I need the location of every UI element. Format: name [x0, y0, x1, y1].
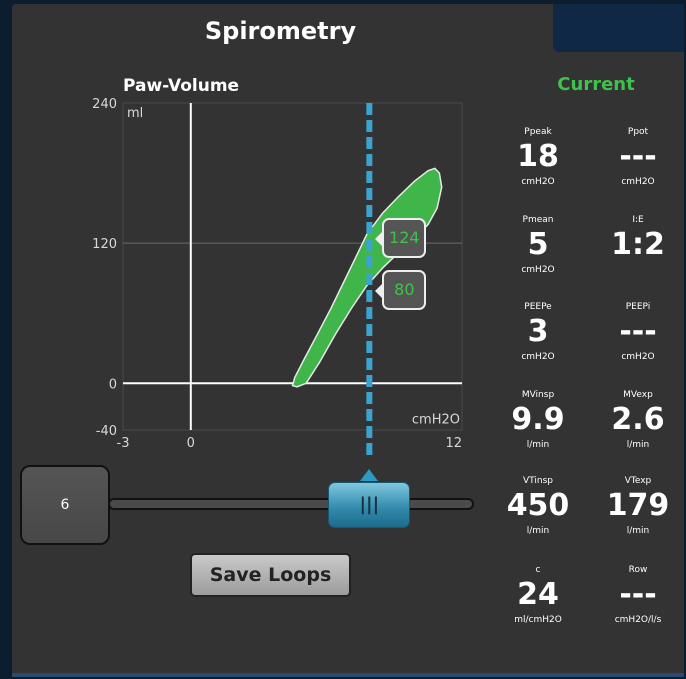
- param-mvinsp: MVinsp 9.9 l/min: [493, 389, 583, 451]
- param-name: c: [535, 565, 541, 575]
- cursor-slider-track[interactable]: [108, 498, 474, 510]
- chart-axes: [123, 103, 462, 430]
- param-value: ---: [619, 577, 657, 612]
- param-name: VTexp: [624, 476, 652, 486]
- cursor-value-callout-upper: 124: [375, 218, 427, 259]
- param-c: c 24 ml/cmH2O: [493, 564, 583, 626]
- callout-pointer: [375, 231, 384, 248]
- cursor-value-lower: 80: [394, 279, 415, 299]
- param-peepi: PEEPi --- cmH2O: [593, 301, 683, 363]
- param-value: 5: [527, 227, 549, 262]
- y-tick-label: 120: [92, 237, 117, 252]
- param-value: 24: [517, 577, 559, 612]
- param-ppeak: Ppeak 18 cmH2O: [493, 126, 583, 188]
- y-tick-label: -40: [96, 424, 117, 439]
- save-loops-button[interactable]: Save Loops: [190, 553, 351, 597]
- x-tick-label: 12: [445, 436, 462, 451]
- param-name: Ppot: [627, 127, 649, 137]
- grip-icon: |||: [359, 494, 380, 515]
- param-unit: l/min: [526, 526, 550, 536]
- param-i-e: I:E 1:2: [593, 214, 683, 276]
- param-unit: l/min: [626, 526, 650, 536]
- param-value: 450: [506, 488, 570, 523]
- plot-frame: [122, 102, 463, 431]
- y-axis-unit: ml: [127, 106, 143, 121]
- param-value: 179: [606, 488, 670, 523]
- param-name: Ppeak: [524, 127, 552, 137]
- spirometry-screen: Spirometry Paw-Volume 240 120 0 -40 -3 0 12 ml…: [0, 0, 686, 679]
- param-mvexp: MVexp 2.6 l/min: [593, 389, 683, 451]
- param-name: PEEPe: [524, 302, 552, 312]
- x-tick-label: -3: [117, 436, 130, 451]
- cursor-value-callout-lower: 80: [375, 269, 427, 310]
- cursor-value-upper: 124: [389, 228, 420, 248]
- param-row: Row --- cmH2O/l/s: [593, 564, 683, 626]
- param-name: VTinsp: [523, 476, 553, 486]
- param-name: Row: [628, 565, 648, 575]
- slider-up-arrow-icon: [360, 469, 379, 481]
- y-tick-label: 0: [109, 377, 117, 392]
- param-unit: cmH2O: [621, 177, 655, 187]
- param-unit: l/min: [526, 440, 550, 450]
- param-value: 9.9: [511, 402, 565, 437]
- param-unit: ml/cmH2O: [514, 615, 562, 625]
- param-vtinsp: VTinsp 450 l/min: [493, 475, 583, 537]
- current-label: Current: [557, 74, 635, 95]
- y-tick-label: 240: [92, 97, 117, 112]
- param-value: 2.6: [611, 402, 665, 437]
- param-name: Pmean: [522, 215, 554, 225]
- param-name: MVinsp: [521, 390, 555, 400]
- param-unit: [593, 264, 683, 276]
- callout-pointer: [375, 282, 384, 299]
- x-axis-unit: cmH2O: [412, 412, 460, 427]
- param-unit: cmH2O/l/s: [614, 615, 662, 625]
- param-unit: cmH2O: [521, 352, 555, 362]
- param-pmean: Pmean 5 cmH2O: [493, 214, 583, 276]
- param-value: 1:2: [611, 227, 665, 262]
- param-unit: cmH2O: [521, 265, 555, 275]
- cursor-position-box[interactable]: 6: [20, 465, 110, 545]
- x-tick-label: 0: [187, 436, 195, 451]
- param-value: 18: [517, 139, 559, 174]
- param-value: ---: [619, 139, 657, 174]
- param-peepe: PEEPe 3 cmH2O: [493, 301, 583, 363]
- param-vtexp: VTexp 179 l/min: [593, 475, 683, 537]
- param-unit: cmH2O: [621, 352, 655, 362]
- param-unit: l/min: [626, 440, 650, 450]
- param-name: I:E: [632, 215, 644, 225]
- cursor-slider-thumb[interactable]: |||: [328, 482, 411, 528]
- param-name: MVexp: [623, 390, 653, 400]
- param-ppot: Ppot --- cmH2O: [593, 126, 683, 188]
- param-value: 3: [527, 314, 549, 349]
- param-unit: cmH2O: [521, 177, 555, 187]
- param-name: PEEPi: [625, 302, 651, 312]
- param-value: ---: [619, 314, 657, 349]
